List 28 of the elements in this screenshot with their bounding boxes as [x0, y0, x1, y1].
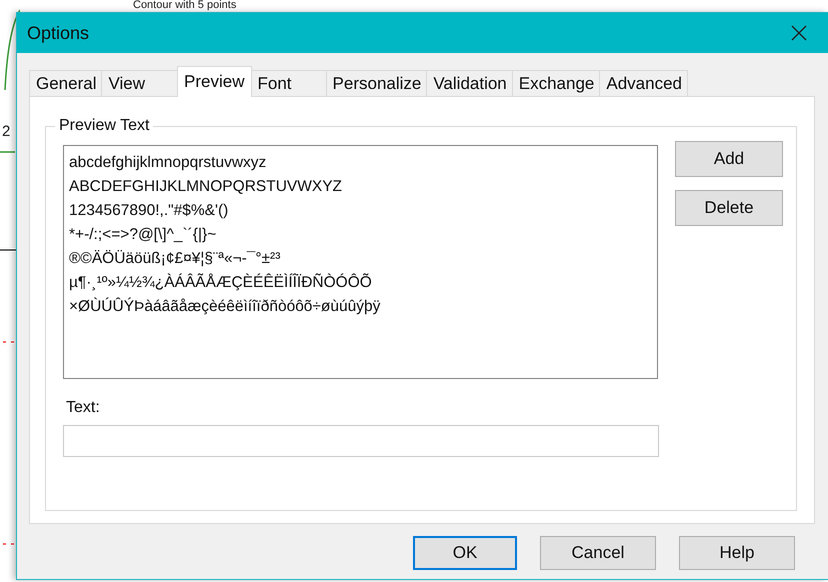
preview-text-line: *+-/:;<=>?@[\]^_`´{|}~ [69, 225, 218, 245]
field-label: Text: [66, 399, 101, 417]
tab[interactable]: Exchange [512, 70, 600, 96]
tab[interactable]: Font [252, 70, 326, 96]
preview-text-line: ®©ÄÖÜäöüß¡¢£¤¥¦§¨ª«¬-¯°±²³ [69, 249, 282, 269]
window-title: Options [27, 22, 90, 44]
tab[interactable]: Advanced [599, 70, 688, 96]
text-input-field[interactable] [63, 425, 659, 457]
preview-text-line: 1234567890!,."#$%&'() [69, 201, 230, 221]
preview-text-line: µ¶·¸¹º»¼½¾¿ÀÁÂÃÅÆÇÈÉÊËÌÍÎÏÐÑÒÓÔÕ [69, 272, 373, 293]
preview-text-line: abcdefghijklmnopqrstuvwxyz [69, 153, 268, 173]
side-button[interactable]: Add [675, 141, 783, 177]
tab[interactable]: Personalize [326, 70, 426, 96]
tab[interactable]: Preview [177, 66, 252, 97]
preview-text-line: ABCDEFGHIJKLMNOPQRSTUVWXYZ [69, 177, 343, 197]
grid-line [0, 151, 15, 153]
axis-label: 2 [2, 123, 10, 140]
chart-caption: Contour with 5 points [133, 0, 236, 12]
side-button[interactable]: Delete [675, 190, 783, 226]
preview-text-area[interactable]: abcdefghijklmnopqrstuvwxyz ABCDEFGHIJKLMNOPQRSTUVWXYZ 1234567890!,."#$%&'() *+-/:;<=>?@[\]^_`´{|}~ ®©ÄÖÜäöüß¡¢£¤¥¦§¨ª«¬-¯°±²³ µ¶·¸¹º»¼½¾¿ÀÁÂÃÅÆÇÈÉÊËÌÍÎÏÐÑÒÓÔÕ ×ØÙÚÛÝÞàáâãåæçèéêëìíîïðñòóôõ÷øùúûýþÿ [63, 145, 658, 379]
dialog-button[interactable]: OK [413, 536, 517, 570]
tab[interactable]: General [29, 70, 102, 96]
dialog-button[interactable]: Help [679, 536, 795, 570]
tab[interactable]: Validation [426, 70, 512, 96]
preview-text-line: ×ØÙÚÛÝÞàáâãåæçèéêëìíîïðñòóôõ÷øùúûýþÿ [69, 296, 382, 317]
dialog-button[interactable]: Cancel [540, 536, 656, 570]
close-icon [791, 25, 807, 41]
tab[interactable]: View [101, 70, 178, 96]
